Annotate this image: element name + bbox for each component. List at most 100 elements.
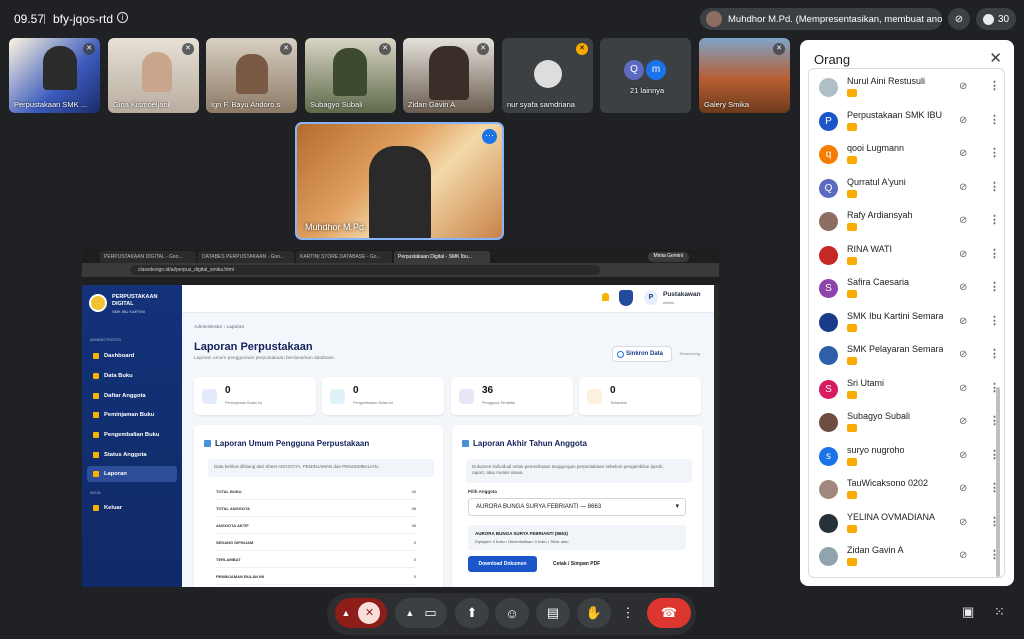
mic-toggle[interactable]: ▲ ✕ [335, 598, 387, 628]
nav-data-buku[interactable]: Data Buku [87, 368, 177, 384]
participant-row[interactable]: Subagyo Subali ⊘ ⋮ [809, 405, 1004, 439]
bell-icon[interactable] [602, 293, 609, 301]
more-vert-icon[interactable]: ⋮ [989, 314, 1000, 327]
more-vert-icon[interactable]: ⋮ [989, 347, 1000, 360]
mic-off-icon[interactable]: ⊘ [959, 450, 967, 461]
participant-name: SMK Pelayaran Semarang [847, 344, 943, 354]
download-button[interactable]: Download Dokumen [468, 556, 537, 572]
url-field[interactable]: classdesign.id/ai/perpus_digital_smika.h… [130, 265, 600, 275]
participant-row[interactable]: Q Qurratul A'yuni ⊘ ⋮ [809, 171, 1004, 205]
print-pdf-button[interactable]: Cetak / Simpan PDF [545, 556, 611, 572]
nav-pengembalian[interactable]: Pengembalian Buku [87, 427, 177, 443]
more-vert-icon[interactable]: ⋮ [989, 280, 1000, 293]
presenting-chip[interactable]: Muhdhor M.Pd. (Mempresentasikan, membuat… [700, 8, 942, 30]
mic-off-icon[interactable]: ⊘ [959, 115, 967, 126]
others-tile[interactable]: Q m 21 lainnya [600, 38, 691, 113]
mic-off-icon[interactable]: ⊘ [959, 148, 967, 159]
info-icon[interactable]: i [117, 12, 128, 23]
member-select[interactable]: AURORA BUNGA SURYA FEBRIANTI — 8663 [468, 498, 686, 516]
participant-row[interactable]: Rafy Ardiansyah ⊘ ⋮ [809, 204, 1004, 238]
mic-off-icon[interactable]: ⊘ [959, 517, 967, 528]
more-vert-icon[interactable]: ⋮ [989, 213, 1000, 226]
reactions-button[interactable]: ☺ [495, 598, 529, 628]
participant-tile[interactable]: ✕ Galery Smika [699, 38, 790, 113]
user-avatar[interactable]: P [644, 291, 658, 305]
active-speaker-tile[interactable]: ⋯ Muhdhor M.Pd. [295, 122, 504, 240]
browser-tab[interactable]: KARTINI STORE DATABASE - Go... [296, 251, 392, 263]
nav-keluar[interactable]: Keluar [87, 500, 177, 516]
nav-dashboard[interactable]: Dashboard [87, 348, 177, 364]
participant-tile[interactable]: ✕ nur syafa samdriana [502, 38, 593, 113]
nav-status-anggota[interactable]: Status Anggota [87, 447, 177, 463]
mic-off-icon[interactable]: ⊘ [959, 81, 967, 92]
page-scrollbar[interactable] [714, 285, 719, 587]
mic-off-icon[interactable]: ⊘ [959, 182, 967, 193]
web-page: PERPUSTAKAAN DIGITAL SMK IBU KARTINI ADM… [82, 285, 714, 587]
browser-tab[interactable]: PERPUSTAKAAN DIGITAL - Goo... [100, 251, 196, 263]
mic-off-icon[interactable]: ⊘ [959, 416, 967, 427]
browser-tab[interactable]: DATABES PERPUSTAKAAN - Goo... [198, 251, 294, 263]
participant-row[interactable]: S Sri Utami ⊘ ⋮ [809, 372, 1004, 406]
more-vert-icon[interactable]: ⋮ [989, 79, 1000, 92]
browser-tab-active[interactable]: Perpustakaan Digital - SMK Ibu... [394, 251, 490, 263]
mic-off-icon[interactable]: ⊘ [959, 316, 967, 327]
avatar: m [646, 60, 666, 80]
more-options-button[interactable]: ⋮ [617, 598, 639, 628]
mic-off-icon[interactable]: ⊘ [959, 483, 967, 494]
participant-tile[interactable]: ✕ Subagyo Subali [305, 38, 396, 113]
captions-icon: ▤ [546, 605, 560, 620]
nav-daftar-anggota[interactable]: Daftar Anggota [87, 388, 177, 404]
more-vert-icon[interactable]: ⋮ [989, 146, 1000, 159]
participant-tile[interactable]: ✕ Gina Kismoeljani [108, 38, 199, 113]
more-vert-icon[interactable]: ⋮ [989, 113, 1000, 126]
participant-row[interactable]: SMK Pelayaran Semarang ⊘ ⋮ [809, 338, 1004, 372]
participant-row[interactable]: Nurul Aini Restusuli ⊘ ⋮ [809, 70, 1004, 104]
participant-tile[interactable]: ✕ Zidan Gavin A [403, 38, 494, 113]
participant-row[interactable]: S Safira Caesaria ⊘ ⋮ [809, 271, 1004, 305]
more-vert-icon[interactable]: ⋮ [989, 247, 1000, 260]
mic-off-icon[interactable]: ⊘ [959, 550, 967, 561]
participant-row[interactable]: TauWicaksono 0202 ⊘ ⋮ [809, 472, 1004, 506]
mic-off-icon[interactable]: ⊘ [959, 282, 967, 293]
more-vert-icon[interactable]: ⋮ [989, 414, 1000, 427]
more-vert-icon[interactable]: ⋮ [989, 548, 1000, 561]
leave-call-button[interactable]: ☎ [647, 598, 691, 628]
more-options-icon[interactable]: ⋯ [482, 129, 497, 144]
sync-button[interactable]: Sinkron Data [612, 346, 672, 362]
users-icon [459, 389, 474, 404]
participant-tile[interactable]: ✕ Perpustakaan SMK ... [9, 38, 100, 113]
more-vert-icon[interactable]: ⋮ [989, 448, 1000, 461]
participant-row[interactable]: RINA WATI ⊘ ⋮ [809, 238, 1004, 272]
nav-peminjaman[interactable]: Peminjaman Buku [87, 407, 177, 423]
mic-off-icon: ✕ [280, 43, 292, 55]
participants-button[interactable]: 30 [976, 8, 1016, 30]
participant-row[interactable]: SMK Ibu Kartini Semara... ⊘ ⋮ [809, 305, 1004, 339]
close-icon[interactable]: ✕ [989, 49, 1002, 67]
more-vert-icon[interactable]: ⋮ [989, 180, 1000, 193]
mic-off-icon[interactable]: ⊘ [959, 349, 967, 360]
camera-toggle[interactable]: ▲ ▭ [395, 598, 447, 628]
chat-icon[interactable]: ▣ [962, 604, 974, 620]
participant-row[interactable]: YELINA OVMADIANA ⊘ ⋮ [809, 506, 1004, 540]
participant-tile[interactable]: ✕ Ign F. Bayu Andoro.s [206, 38, 297, 113]
gemini-button[interactable]: Minta Gemini [647, 252, 689, 262]
activities-icon[interactable]: ⁙ [994, 604, 1005, 620]
more-vert-icon[interactable]: ⋮ [989, 515, 1000, 528]
nav-laporan[interactable]: Laporan [87, 466, 177, 482]
raise-hand-button[interactable]: ✋ [577, 598, 611, 628]
mic-off-icon[interactable]: ⊘ [959, 249, 967, 260]
captions-button[interactable]: ▤ [536, 598, 570, 628]
avatar [819, 212, 838, 231]
mic-off-icon[interactable]: ⊘ [959, 383, 967, 394]
present-button[interactable]: ⬆ [455, 598, 489, 628]
brand-line-1: PERPUSTAKAAN [112, 294, 158, 300]
participant-row[interactable]: s suryo nugroho ⊘ ⋮ [809, 439, 1004, 473]
mic-off-icon[interactable]: ⊘ [959, 215, 967, 226]
more-vert-icon[interactable]: ⋮ [989, 481, 1000, 494]
participant-row[interactable]: Zidan Gavin A ⊘ ⋮ [809, 539, 1004, 573]
stop-presenting-icon[interactable]: ⊘ [948, 8, 970, 30]
more-vert-icon[interactable]: ⋮ [989, 381, 1000, 394]
participant-row[interactable]: P Perpustakaan SMK IBU ... ⊘ ⋮ [809, 104, 1004, 138]
participant-row[interactable]: q qooi Lugmann ⊘ ⋮ [809, 137, 1004, 171]
participant-avatar [534, 60, 562, 88]
